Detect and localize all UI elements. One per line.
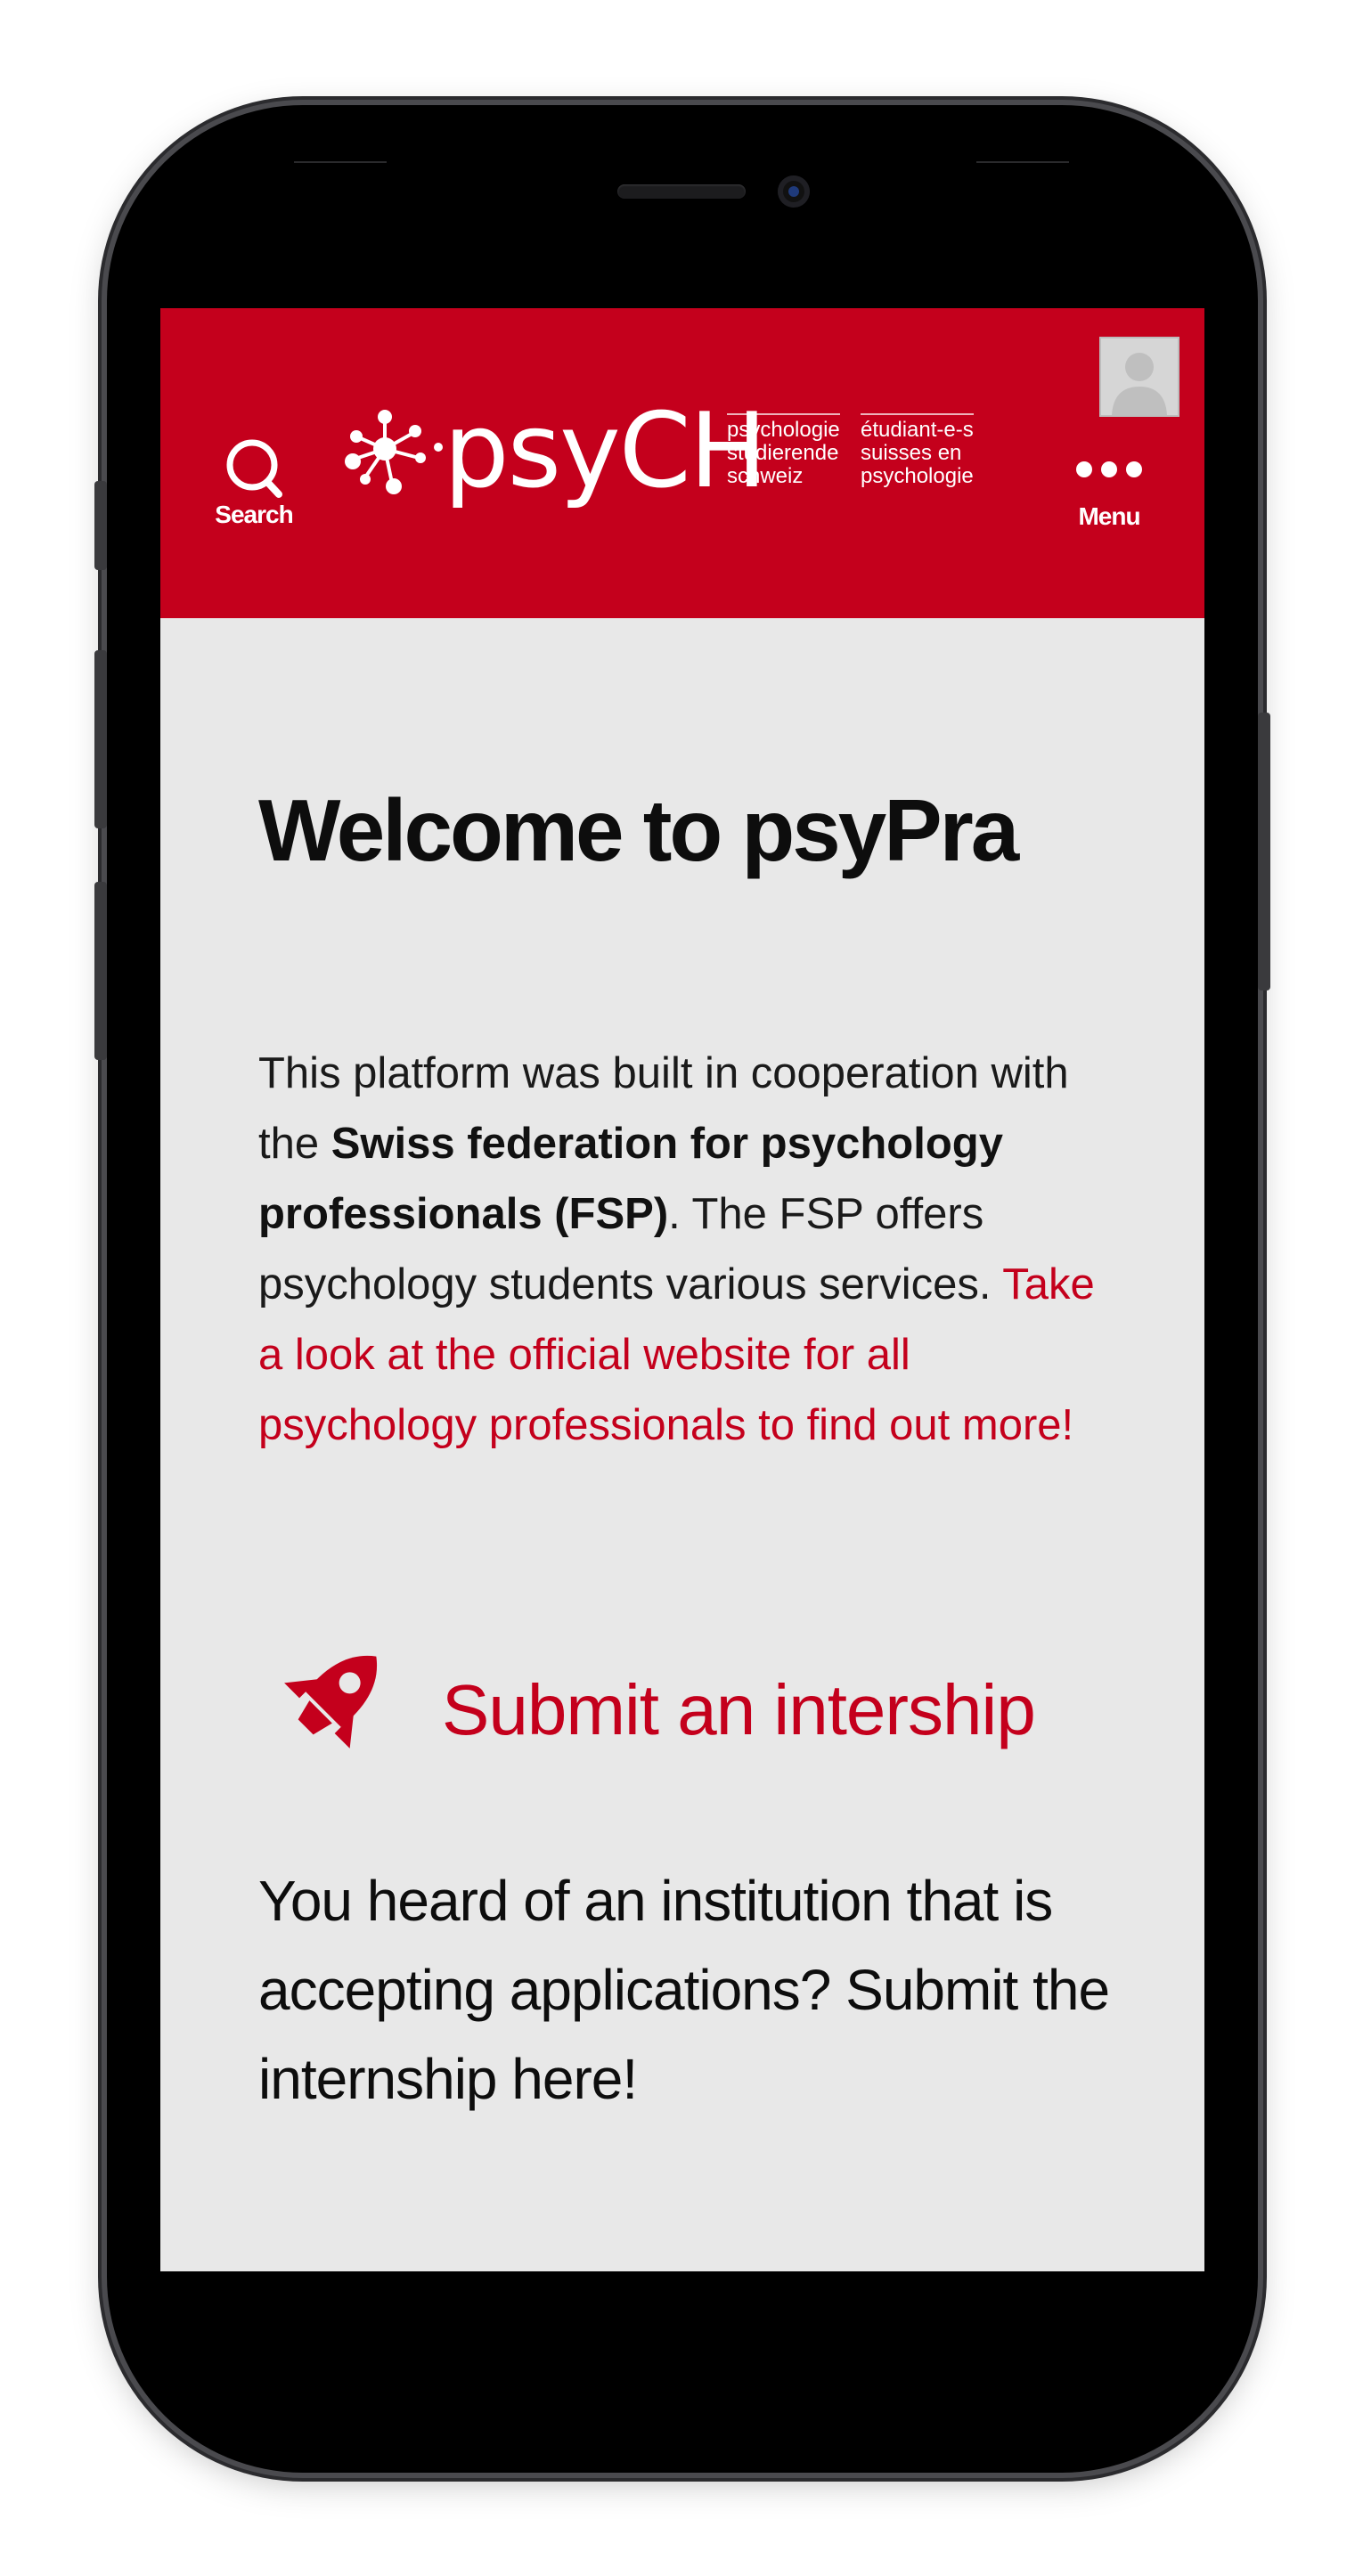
screen: Search psyCH psychologie studierende sch… — [160, 308, 1204, 2271]
rocket-icon — [284, 1655, 378, 1749]
user-icon — [1112, 353, 1167, 415]
antenna-line — [294, 161, 387, 163]
tagline-line: schweiz — [727, 464, 804, 488]
earpiece-speaker — [617, 184, 746, 199]
more-dots-icon — [1051, 460, 1167, 479]
tagline-line: studierende — [727, 441, 839, 465]
search-label: Search — [215, 501, 293, 528]
submit-internship-link[interactable]: Submit an intership — [258, 1632, 1131, 1783]
front-camera — [778, 175, 810, 208]
power-button — [1258, 713, 1270, 990]
tagline-line: étudiant-e-s — [861, 418, 974, 442]
submit-description: You heard of an institution that is acce… — [258, 1869, 1110, 2111]
menu-label: Menu — [1078, 502, 1140, 530]
site-header: Search psyCH psychologie studierende sch… — [160, 308, 1204, 618]
search-button[interactable]: Search — [205, 435, 303, 529]
antenna-line — [976, 161, 1069, 163]
logo-tagline-de: psychologie studierende schweiz — [727, 413, 840, 488]
tagline-line: suisses en — [861, 441, 962, 465]
logo-wordmark: psyCH — [444, 391, 767, 511]
page-title: Welcome to psyPra — [258, 781, 1019, 879]
user-avatar[interactable] — [1099, 337, 1179, 417]
volume-up-button — [94, 650, 107, 828]
search-icon — [226, 439, 282, 498]
mute-switch — [94, 481, 107, 570]
volume-down-button — [94, 882, 107, 1060]
tagline-line: psychologie — [727, 418, 840, 442]
submit-internship-label: Submit an intership — [442, 1670, 1036, 1749]
molecule-logo-icon — [345, 410, 443, 494]
intro-paragraph: This platform was built in cooperation w… — [258, 1039, 1114, 1461]
menu-button[interactable]: Menu — [1051, 460, 1167, 531]
tagline-line: psychologie — [861, 464, 974, 488]
logo-tagline-fr: étudiant-e-s suisses en psychologie — [861, 413, 974, 488]
